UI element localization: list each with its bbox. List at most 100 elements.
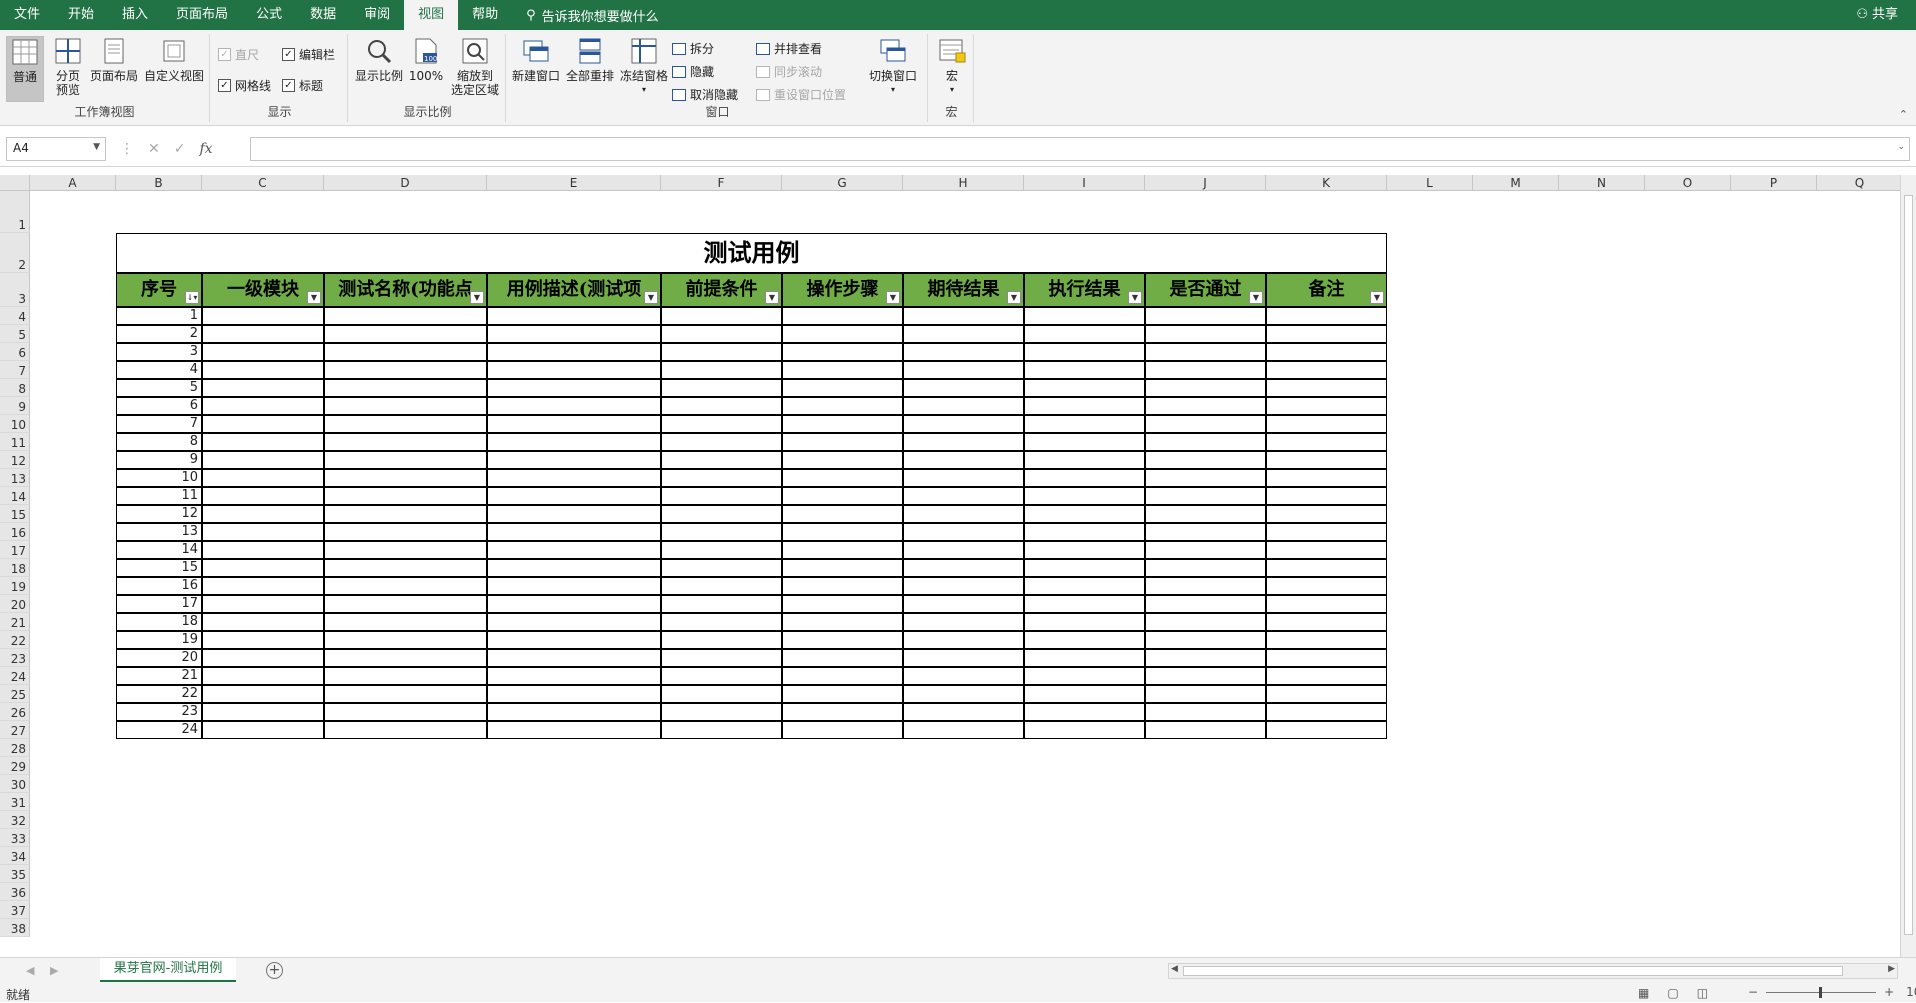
table-cell[interactable] — [202, 307, 324, 325]
share-button[interactable]: ⚇ 共享 — [1856, 0, 1898, 30]
table-cell[interactable] — [661, 505, 782, 523]
column-header[interactable]: Q — [1817, 175, 1903, 191]
table-cell[interactable] — [202, 397, 324, 415]
unhide-button[interactable]: 取消隐藏 — [672, 86, 738, 103]
table-cell[interactable] — [782, 433, 903, 451]
zoom-percent[interactable]: 100% — [1906, 985, 1916, 999]
table-cell[interactable] — [487, 523, 661, 541]
table-cell[interactable] — [324, 415, 487, 433]
ribbon-tab[interactable]: 数据 — [296, 0, 350, 30]
table-cell[interactable] — [1145, 397, 1266, 415]
table-cell[interactable] — [487, 721, 661, 739]
table-cell[interactable] — [1024, 415, 1145, 433]
sequence-cell[interactable]: 16 — [116, 577, 202, 595]
column-header[interactable]: M — [1473, 175, 1559, 191]
filter-dropdown-icon[interactable]: ↓▾ — [185, 291, 199, 304]
table-cell[interactable] — [202, 415, 324, 433]
table-cell[interactable] — [661, 721, 782, 739]
ribbon-tab[interactable]: 视图 — [404, 0, 459, 30]
table-cell[interactable] — [661, 343, 782, 361]
table-cell[interactable] — [1024, 613, 1145, 631]
table-cell[interactable] — [1145, 433, 1266, 451]
row-header[interactable]: 29 — [0, 757, 30, 775]
table-cell[interactable] — [903, 595, 1024, 613]
table-cell[interactable] — [487, 703, 661, 721]
scroll-right-arrow-icon[interactable]: ▶ — [1888, 964, 1895, 974]
scroll-right-icon[interactable]: ▶ — [50, 964, 58, 977]
table-cell[interactable] — [324, 595, 487, 613]
column-header[interactable]: I — [1024, 175, 1145, 191]
table-cell[interactable] — [1024, 685, 1145, 703]
row-header[interactable]: 24 — [0, 667, 30, 685]
column-header[interactable]: P — [1731, 175, 1817, 191]
table-cell[interactable] — [487, 343, 661, 361]
table-cell[interactable] — [903, 667, 1024, 685]
table-cell[interactable] — [1266, 307, 1387, 325]
formula-bar-checkbox[interactable]: ✓ 编辑栏 — [282, 46, 335, 63]
row-header[interactable]: 38 — [0, 919, 30, 937]
table-cell[interactable] — [1145, 523, 1266, 541]
table-cell[interactable] — [1145, 685, 1266, 703]
horizontal-scroll-thumb[interactable] — [1183, 966, 1843, 976]
sequence-cell[interactable]: 12 — [116, 505, 202, 523]
column-header[interactable]: A — [30, 175, 116, 191]
ribbon-tab[interactable]: 开始 — [54, 0, 108, 30]
table-cell[interactable] — [324, 397, 487, 415]
column-header[interactable]: G — [782, 175, 903, 191]
table-cell[interactable] — [1145, 343, 1266, 361]
table-cell[interactable] — [782, 559, 903, 577]
table-cell[interactable] — [782, 523, 903, 541]
table-header-cell[interactable]: 测试名称(功能点 ▼ — [324, 273, 487, 307]
table-cell[interactable] — [202, 487, 324, 505]
table-cell[interactable] — [782, 397, 903, 415]
table-cell[interactable] — [487, 559, 661, 577]
table-cell[interactable] — [1266, 505, 1387, 523]
table-cell[interactable] — [487, 433, 661, 451]
page-layout-view-button[interactable]: 页面布局 — [88, 36, 140, 83]
table-cell[interactable] — [487, 379, 661, 397]
table-cell[interactable] — [487, 487, 661, 505]
filter-dropdown-icon[interactable]: ▼ — [1128, 291, 1142, 304]
ribbon-tab[interactable]: 插入 — [108, 0, 162, 30]
table-cell[interactable] — [202, 613, 324, 631]
table-cell[interactable] — [782, 685, 903, 703]
table-cell[interactable] — [324, 559, 487, 577]
table-cell[interactable] — [1024, 469, 1145, 487]
table-cell[interactable] — [324, 631, 487, 649]
table-cell[interactable] — [782, 613, 903, 631]
row-header[interactable]: 26 — [0, 703, 30, 721]
table-cell[interactable] — [202, 361, 324, 379]
row-header[interactable]: 5 — [0, 325, 30, 343]
sequence-cell[interactable]: 9 — [116, 451, 202, 469]
table-cell[interactable] — [661, 451, 782, 469]
filter-dropdown-icon[interactable]: ▼ — [470, 291, 484, 304]
table-cell[interactable] — [324, 451, 487, 469]
table-cell[interactable] — [202, 451, 324, 469]
table-cell[interactable] — [1266, 469, 1387, 487]
table-cell[interactable] — [1024, 361, 1145, 379]
table-cell[interactable] — [202, 685, 324, 703]
table-cell[interactable] — [324, 613, 487, 631]
normal-view-icon[interactable]: ▦ — [1638, 986, 1649, 1000]
scroll-left-icon[interactable]: ◀ — [26, 964, 34, 977]
table-cell[interactable] — [782, 595, 903, 613]
row-header[interactable]: 9 — [0, 397, 30, 415]
table-cell[interactable] — [661, 649, 782, 667]
table-cell[interactable] — [782, 325, 903, 343]
table-cell[interactable] — [1266, 577, 1387, 595]
sequence-cell[interactable]: 1 — [116, 307, 202, 325]
table-cell[interactable] — [903, 559, 1024, 577]
table-cell[interactable] — [1266, 325, 1387, 343]
table-cell[interactable] — [903, 361, 1024, 379]
filter-dropdown-icon[interactable]: ▼ — [644, 291, 658, 304]
headings-checkbox[interactable]: ✓ 标题 — [282, 77, 323, 94]
table-cell[interactable] — [1024, 649, 1145, 667]
table-cell[interactable] — [1024, 541, 1145, 559]
row-header[interactable]: 7 — [0, 361, 30, 379]
sequence-cell[interactable]: 10 — [116, 469, 202, 487]
table-cell[interactable] — [324, 505, 487, 523]
table-cell[interactable] — [1266, 343, 1387, 361]
sheet-tab[interactable]: 果芽官网-测试用例 — [100, 958, 236, 982]
table-cell[interactable] — [661, 487, 782, 505]
row-header[interactable]: 14 — [0, 487, 30, 505]
